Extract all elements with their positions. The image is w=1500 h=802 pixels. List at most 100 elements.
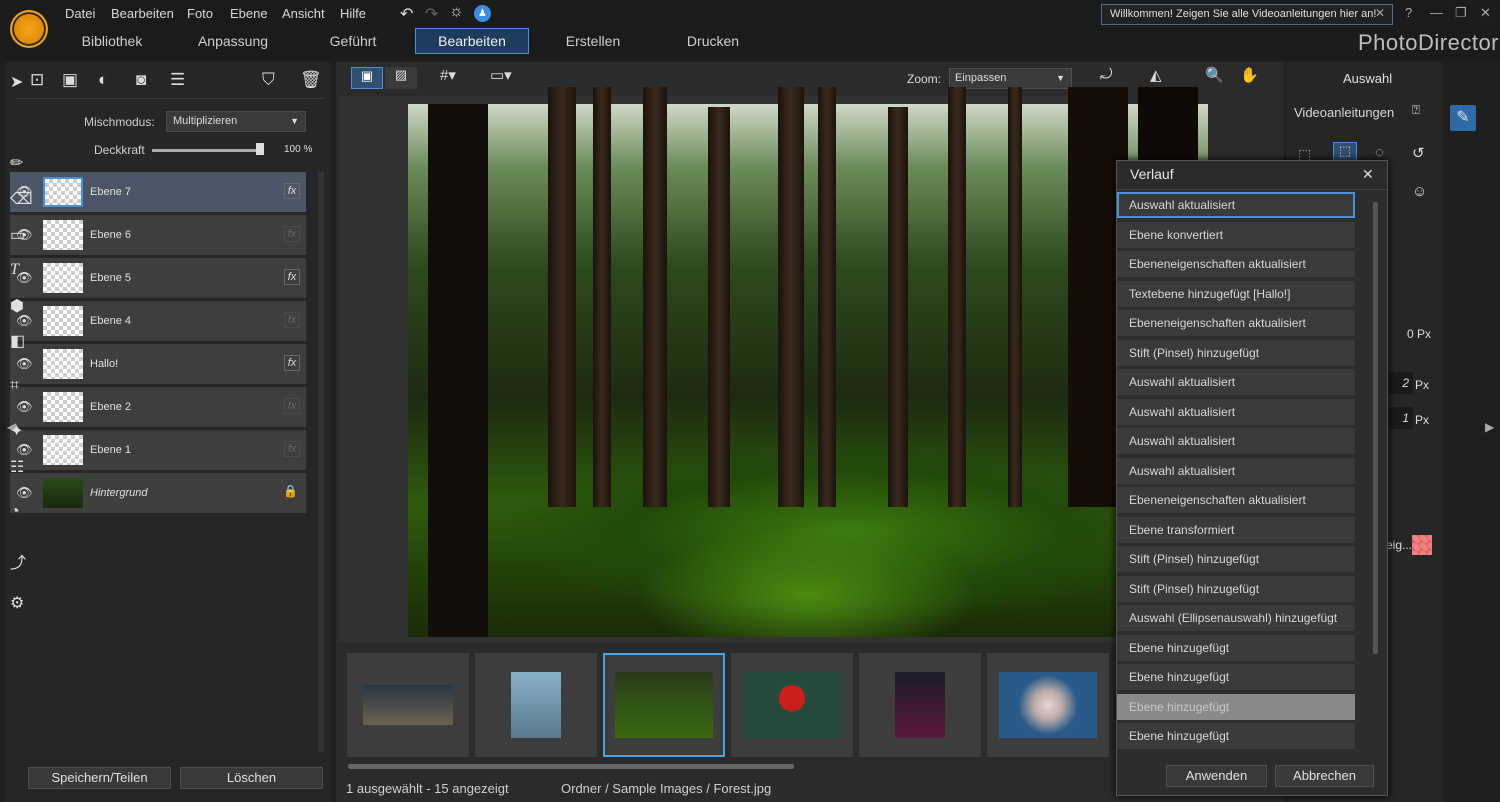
filmstrip-item[interactable] <box>859 653 981 757</box>
history-item[interactable]: Ebene konvertiert <box>1117 221 1355 248</box>
rotate-icon[interactable]: ⤾ <box>1100 66 1113 83</box>
settings-sun-icon[interactable]: ☼ <box>449 3 464 21</box>
help-icon[interactable]: ? <box>1405 5 1412 20</box>
pointer-icon[interactable]: ➤ <box>10 72 23 92</box>
text-icon[interactable]: T <box>10 261 19 279</box>
mask-icon[interactable]: ◙ <box>136 70 146 90</box>
tone-icon[interactable]: ◔ <box>10 503 20 521</box>
tab-gefuehrt[interactable]: Geführt <box>318 29 388 53</box>
pen-icon[interactable]: ✏ <box>10 153 23 173</box>
display-icon[interactable]: ▭▾ <box>490 66 512 84</box>
history-item[interactable]: Auswahl aktualisiert <box>1117 428 1355 454</box>
layer-item[interactable]: 👁 Hallo! fx <box>10 344 306 385</box>
history-item[interactable]: Auswahl (Ellipsenauswahl) hinzugefügt <box>1117 605 1355 631</box>
delete-button[interactable]: Löschen <box>180 767 323 789</box>
history-item[interactable]: Stift (Pinsel) hinzugefügt <box>1117 546 1355 572</box>
filmstrip-scrollbar[interactable] <box>348 764 794 769</box>
layer-item[interactable]: 👁 Ebene 7 fx <box>10 172 306 213</box>
color-swatch[interactable] <box>1412 535 1432 555</box>
close-icon[interactable]: ✕ <box>1362 166 1374 183</box>
filmstrip-item[interactable] <box>475 653 597 757</box>
menu-ansicht[interactable]: Ansicht <box>282 6 325 21</box>
trash-icon[interactable]: 🗑 <box>300 70 322 90</box>
filmstrip-item[interactable] <box>347 653 469 757</box>
minimize-icon[interactable]: — <box>1430 5 1443 20</box>
fx-icon[interactable]: fx <box>284 269 300 285</box>
filmstrip-item-selected[interactable] <box>603 653 725 757</box>
menu-datei[interactable]: Datei <box>65 6 95 21</box>
px-input-1[interactable]: 1 <box>1389 407 1413 429</box>
new-layer-icon[interactable]: ⊡ <box>30 70 44 90</box>
history-item[interactable]: Ebene transformiert <box>1117 516 1355 543</box>
flip-icon[interactable]: ◭ <box>1150 66 1162 84</box>
lasso-icon[interactable]: ◌ <box>1375 144 1384 161</box>
tab-anpassung[interactable]: Anpassung <box>188 29 278 53</box>
ellipse-select-icon[interactable]: ⬚ <box>1333 142 1357 162</box>
layer-options-icon[interactable]: ☰ <box>170 70 185 90</box>
layer-scrollbar[interactable] <box>318 172 324 752</box>
fx-icon[interactable]: fx <box>284 398 300 414</box>
compare-view-icon[interactable]: ▨ <box>385 67 417 89</box>
tab-bibliothek[interactable]: Bibliothek <box>72 29 152 53</box>
history-scrollbar[interactable] <box>1373 202 1378 654</box>
fill-bucket-icon[interactable]: ⬢ <box>10 296 24 316</box>
menu-hilfe[interactable]: Hilfe <box>340 6 366 21</box>
history-item[interactable]: Textebene hinzugefügt [Hallo!] <box>1117 280 1355 307</box>
video-tutorials-link[interactable]: Videoanleitungen <box>1294 105 1394 120</box>
eye-icon[interactable]: 👁 <box>16 442 33 457</box>
adjustments-icon[interactable]: ☷ <box>10 457 24 477</box>
eye-icon[interactable]: 👁 <box>16 485 33 500</box>
restore-icon[interactable]: ❐ <box>1455 5 1467 21</box>
layer-item[interactable]: 👁 Ebene 2 fx <box>10 387 306 428</box>
filmstrip-item[interactable] <box>731 653 853 757</box>
fx-icon[interactable]: fx <box>284 312 300 328</box>
fx-icon[interactable]: fx <box>284 183 300 199</box>
apply-button[interactable]: Anwenden <box>1166 765 1267 787</box>
single-view-icon[interactable]: ▣ <box>351 67 383 89</box>
person-select-icon[interactable]: ☺ <box>1412 183 1427 200</box>
cancel-button[interactable]: Abbrechen <box>1275 765 1374 787</box>
gradient-icon[interactable]: ◧ <box>10 331 25 351</box>
fx-icon[interactable]: fx <box>284 441 300 457</box>
zoom-tool-icon[interactable]: 🔍 <box>1205 66 1224 84</box>
filmstrip-item[interactable] <box>987 653 1109 757</box>
save-share-button[interactable]: Speichern/Teilen <box>28 767 171 789</box>
history-item[interactable]: Stift (Pinsel) hinzugefügt <box>1117 575 1355 602</box>
grid-icon[interactable]: #▾ <box>440 66 456 84</box>
hand-tool-icon[interactable]: ✋ <box>1240 66 1259 84</box>
redo-icon[interactable]: ↷ <box>425 4 438 24</box>
magic-wand-icon[interactable]: ✦ <box>10 421 23 441</box>
history-item[interactable]: Auswahl aktualisiert <box>1117 398 1355 425</box>
selection-brush-icon[interactable]: ✎ <box>1450 105 1476 131</box>
fx-icon[interactable]: fx <box>284 355 300 371</box>
history-item[interactable]: Ebene hinzugefügt <box>1117 664 1355 690</box>
tab-drucken[interactable]: Drucken <box>680 29 746 53</box>
history-item[interactable]: Ebene hinzugefügt <box>1117 693 1355 720</box>
crop-icon[interactable]: ⌗ <box>10 377 19 395</box>
layer-item[interactable]: 👁 Ebene 6 fx <box>10 215 306 256</box>
layer-item[interactable]: 👁 Ebene 4 fx <box>10 301 306 342</box>
gear-icon[interactable]: ⚙ <box>10 593 24 613</box>
transform-icon[interactable]: ⤴ <box>10 549 26 573</box>
adjustment-layer-icon[interactable]: ◐ <box>98 70 108 90</box>
close-window-icon[interactable]: ✕ <box>1480 5 1491 21</box>
px-input-2[interactable]: 2 <box>1389 372 1413 394</box>
notification-icon[interactable]: ♟ <box>474 5 491 22</box>
undo-icon[interactable]: ↶ <box>400 4 413 24</box>
history-item[interactable]: Ebeneneigenschaften aktualisiert <box>1117 251 1355 277</box>
layer-item[interactable]: 👁 Hintergrund 🔒 <box>10 473 306 514</box>
fx-icon[interactable]: fx <box>284 226 300 242</box>
history-item[interactable]: Auswahl aktualisiert <box>1117 369 1355 395</box>
history-item[interactable]: Ebene hinzugefügt <box>1117 723 1355 749</box>
history-item[interactable]: Auswahl aktualisiert <box>1117 457 1355 484</box>
menu-bearbeiten[interactable]: Bearbeiten <box>111 6 174 21</box>
magnetic-lasso-icon[interactable]: ↺ <box>1412 144 1425 162</box>
tab-erstellen[interactable]: Erstellen <box>558 29 628 53</box>
eye-icon[interactable]: 👁 <box>16 356 33 371</box>
history-item[interactable]: Ebeneneigenschaften aktualisiert <box>1117 310 1355 336</box>
tab-bearbeiten[interactable]: Bearbeiten <box>415 28 529 54</box>
shape-icon[interactable]: ▭ <box>10 225 25 245</box>
collapse-right-icon[interactable]: ▶ <box>1485 420 1494 434</box>
history-item[interactable]: Auswahl aktualisiert <box>1117 192 1355 218</box>
video-help-icon[interactable]: ⍰ <box>1412 102 1420 118</box>
